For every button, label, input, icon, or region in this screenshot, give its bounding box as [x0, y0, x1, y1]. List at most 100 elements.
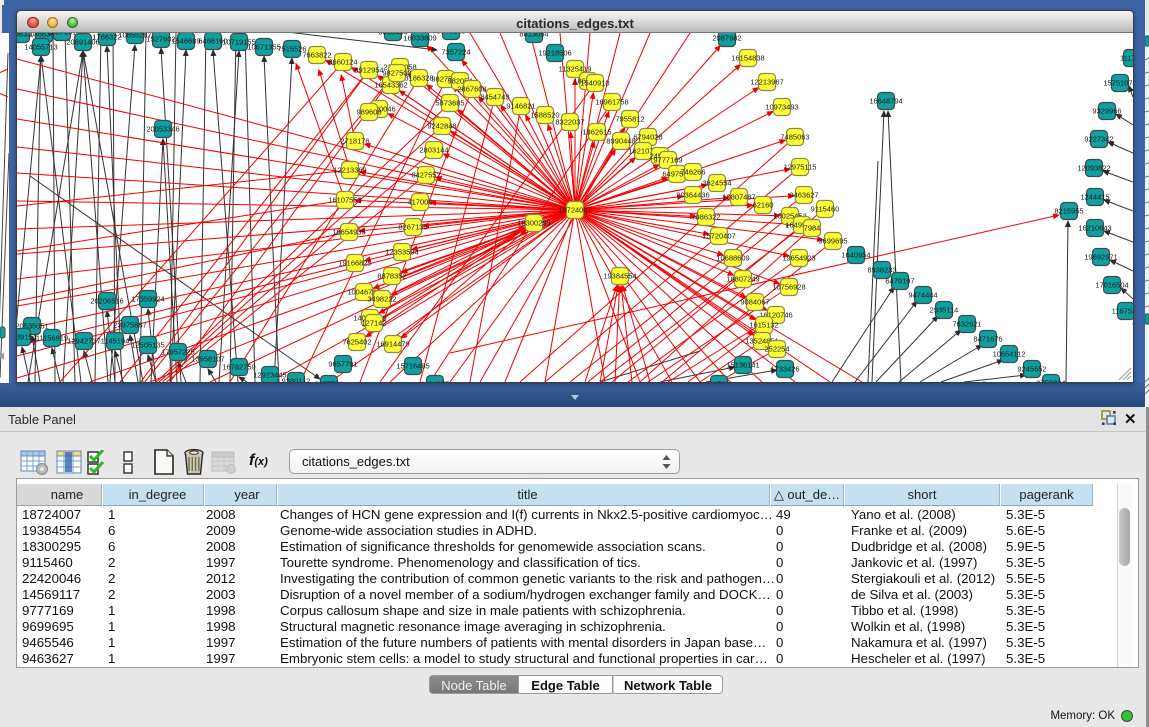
svg-text:2935114: 2935114	[930, 306, 959, 315]
svg-text:16033809: 16033809	[403, 34, 436, 43]
svg-text:13958107: 13958107	[191, 355, 224, 364]
svg-text:12505135: 12505135	[131, 341, 164, 350]
svg-text:15751074: 15751074	[1103, 79, 1133, 88]
svg-text:417006: 417006	[407, 198, 432, 207]
svg-text:9084067: 9084067	[740, 298, 769, 307]
svg-text:3498222: 3498222	[367, 295, 396, 304]
svg-text:9227342: 9227342	[1084, 135, 1113, 144]
svg-text:7984: 7984	[804, 224, 821, 233]
svg-text:8878352: 8878352	[377, 272, 406, 281]
svg-text:2803144: 2803144	[419, 146, 448, 155]
svg-text:9439154: 9439154	[17, 333, 37, 342]
svg-text:8653289: 8653289	[436, 33, 465, 36]
svg-text:10654112: 10654112	[993, 350, 1026, 359]
svg-text:9245652: 9245652	[1017, 365, 1046, 374]
svg-text:16210643: 16210643	[1078, 224, 1111, 233]
svg-text:20364436: 20364436	[676, 191, 709, 200]
svg-text:1362615: 1362615	[582, 128, 611, 137]
svg-text:9827503: 9827503	[382, 69, 411, 78]
svg-text:19654923: 19654923	[782, 254, 815, 263]
svg-text:17957225: 17957225	[161, 348, 194, 357]
svg-text:1733426: 1733426	[770, 365, 799, 374]
svg-text:9699695: 9699695	[818, 237, 847, 246]
svg-text:8215955: 8215955	[1054, 207, 1083, 216]
svg-text:9245111: 9245111	[705, 380, 733, 383]
svg-text:19166825: 19166825	[338, 259, 371, 268]
svg-text:1546689: 1546689	[171, 37, 200, 46]
svg-text:16961758: 16961758	[595, 98, 628, 107]
svg-text:18807249: 18807249	[726, 275, 759, 284]
svg-text:1766322: 1766322	[92, 33, 121, 42]
svg-text:10973493: 10973493	[765, 103, 798, 112]
svg-text:7955812: 7955812	[615, 115, 644, 124]
svg-text:9380112: 9380112	[282, 377, 311, 383]
svg-text:8471676: 8471676	[973, 335, 1002, 344]
svg-text:10671355: 10671355	[247, 43, 280, 52]
svg-text:5873685: 5873685	[435, 99, 464, 108]
svg-text:9329966: 9329966	[1092, 107, 1121, 116]
svg-text:1615132: 1615132	[749, 321, 778, 330]
svg-text:23975887: 23975887	[113, 321, 146, 330]
svg-text:9463627: 9463627	[789, 191, 818, 200]
svg-text:10688609: 10688609	[716, 254, 749, 263]
svg-text:9777169: 9777169	[653, 156, 682, 165]
svg-text:8267130: 8267130	[398, 223, 427, 232]
svg-text:1640954: 1640954	[841, 251, 870, 260]
svg-text:6479197: 6479197	[885, 277, 914, 286]
svg-text:9063404: 9063404	[378, 33, 407, 37]
svg-text:16648794: 16648794	[869, 97, 902, 106]
svg-text:9657791: 9657791	[328, 360, 357, 369]
svg-text:8912954: 8912954	[354, 66, 383, 75]
svg-text:7357224: 7357224	[441, 48, 470, 57]
svg-text:15720407: 15720407	[702, 232, 735, 241]
svg-text:7986322: 7986322	[691, 213, 720, 222]
svg-text:7625402: 7625402	[342, 338, 371, 347]
svg-text:19654935: 19654935	[332, 228, 365, 237]
svg-text:19384554: 19384554	[603, 272, 636, 281]
svg-text:989608: 989608	[356, 108, 381, 117]
svg-text:746266: 746266	[680, 168, 705, 177]
svg-text:20053346: 20053346	[146, 125, 179, 134]
svg-text:12942737: 12942737	[67, 337, 100, 346]
svg-text:8660124: 8660124	[328, 58, 357, 67]
svg-text:16782759: 16782759	[222, 363, 255, 372]
svg-text:18300295: 18300295	[517, 219, 550, 228]
svg-text:3624554: 3624554	[702, 179, 731, 188]
svg-text:9474444: 9474444	[908, 291, 937, 300]
svg-text:17359924: 17359924	[131, 295, 164, 304]
svg-text:10756928: 10756928	[772, 283, 805, 292]
svg-text:15136141: 15136141	[726, 361, 759, 370]
svg-text:16154838: 16154838	[731, 54, 764, 63]
svg-text:18724007: 18724007	[558, 206, 591, 215]
svg-text:12975115: 12975115	[784, 163, 817, 172]
svg-text:19218506: 19218506	[538, 49, 571, 58]
svg-text:8938233: 8938233	[867, 266, 896, 275]
svg-text:16914479: 16914479	[376, 340, 409, 349]
svg-text:252254: 252254	[764, 345, 789, 354]
svg-text:12213967: 12213967	[750, 78, 783, 87]
svg-text:11156819: 11156819	[36, 334, 68, 343]
svg-text:2887301: 2887301	[47, 33, 76, 37]
svg-text:2087682: 2087682	[712, 34, 741, 43]
svg-text:2718176: 2718176	[340, 137, 369, 146]
svg-text:1167533: 1167533	[1112, 307, 1133, 316]
svg-text:1540910: 1540910	[580, 79, 609, 88]
svg-text:62160: 62160	[753, 201, 774, 210]
svg-text:10807487: 10807487	[722, 193, 755, 202]
svg-text:20206516: 20206516	[90, 297, 123, 306]
svg-text:19692971: 19692971	[1084, 253, 1117, 262]
svg-text:9146821: 9146821	[506, 102, 535, 111]
svg-text:9750034: 9750034	[1036, 379, 1065, 383]
svg-text:8322037: 8322037	[555, 118, 584, 127]
svg-text:8990448: 8990448	[606, 137, 635, 146]
svg-text:14055713: 14055713	[24, 43, 57, 52]
svg-text:16107553: 16107553	[328, 196, 361, 205]
svg-text:1145194: 1145194	[101, 337, 130, 346]
svg-text:8454749: 8454749	[480, 93, 509, 102]
svg-text:9657791: 9657791	[314, 380, 343, 383]
svg-text:7663822: 7663822	[302, 51, 331, 60]
svg-text:12093822: 12093822	[1077, 164, 1110, 173]
svg-text:15716485: 15716485	[396, 362, 429, 371]
svg-text:12213369: 12213369	[333, 166, 366, 175]
svg-text:8813054: 8813054	[519, 33, 548, 39]
